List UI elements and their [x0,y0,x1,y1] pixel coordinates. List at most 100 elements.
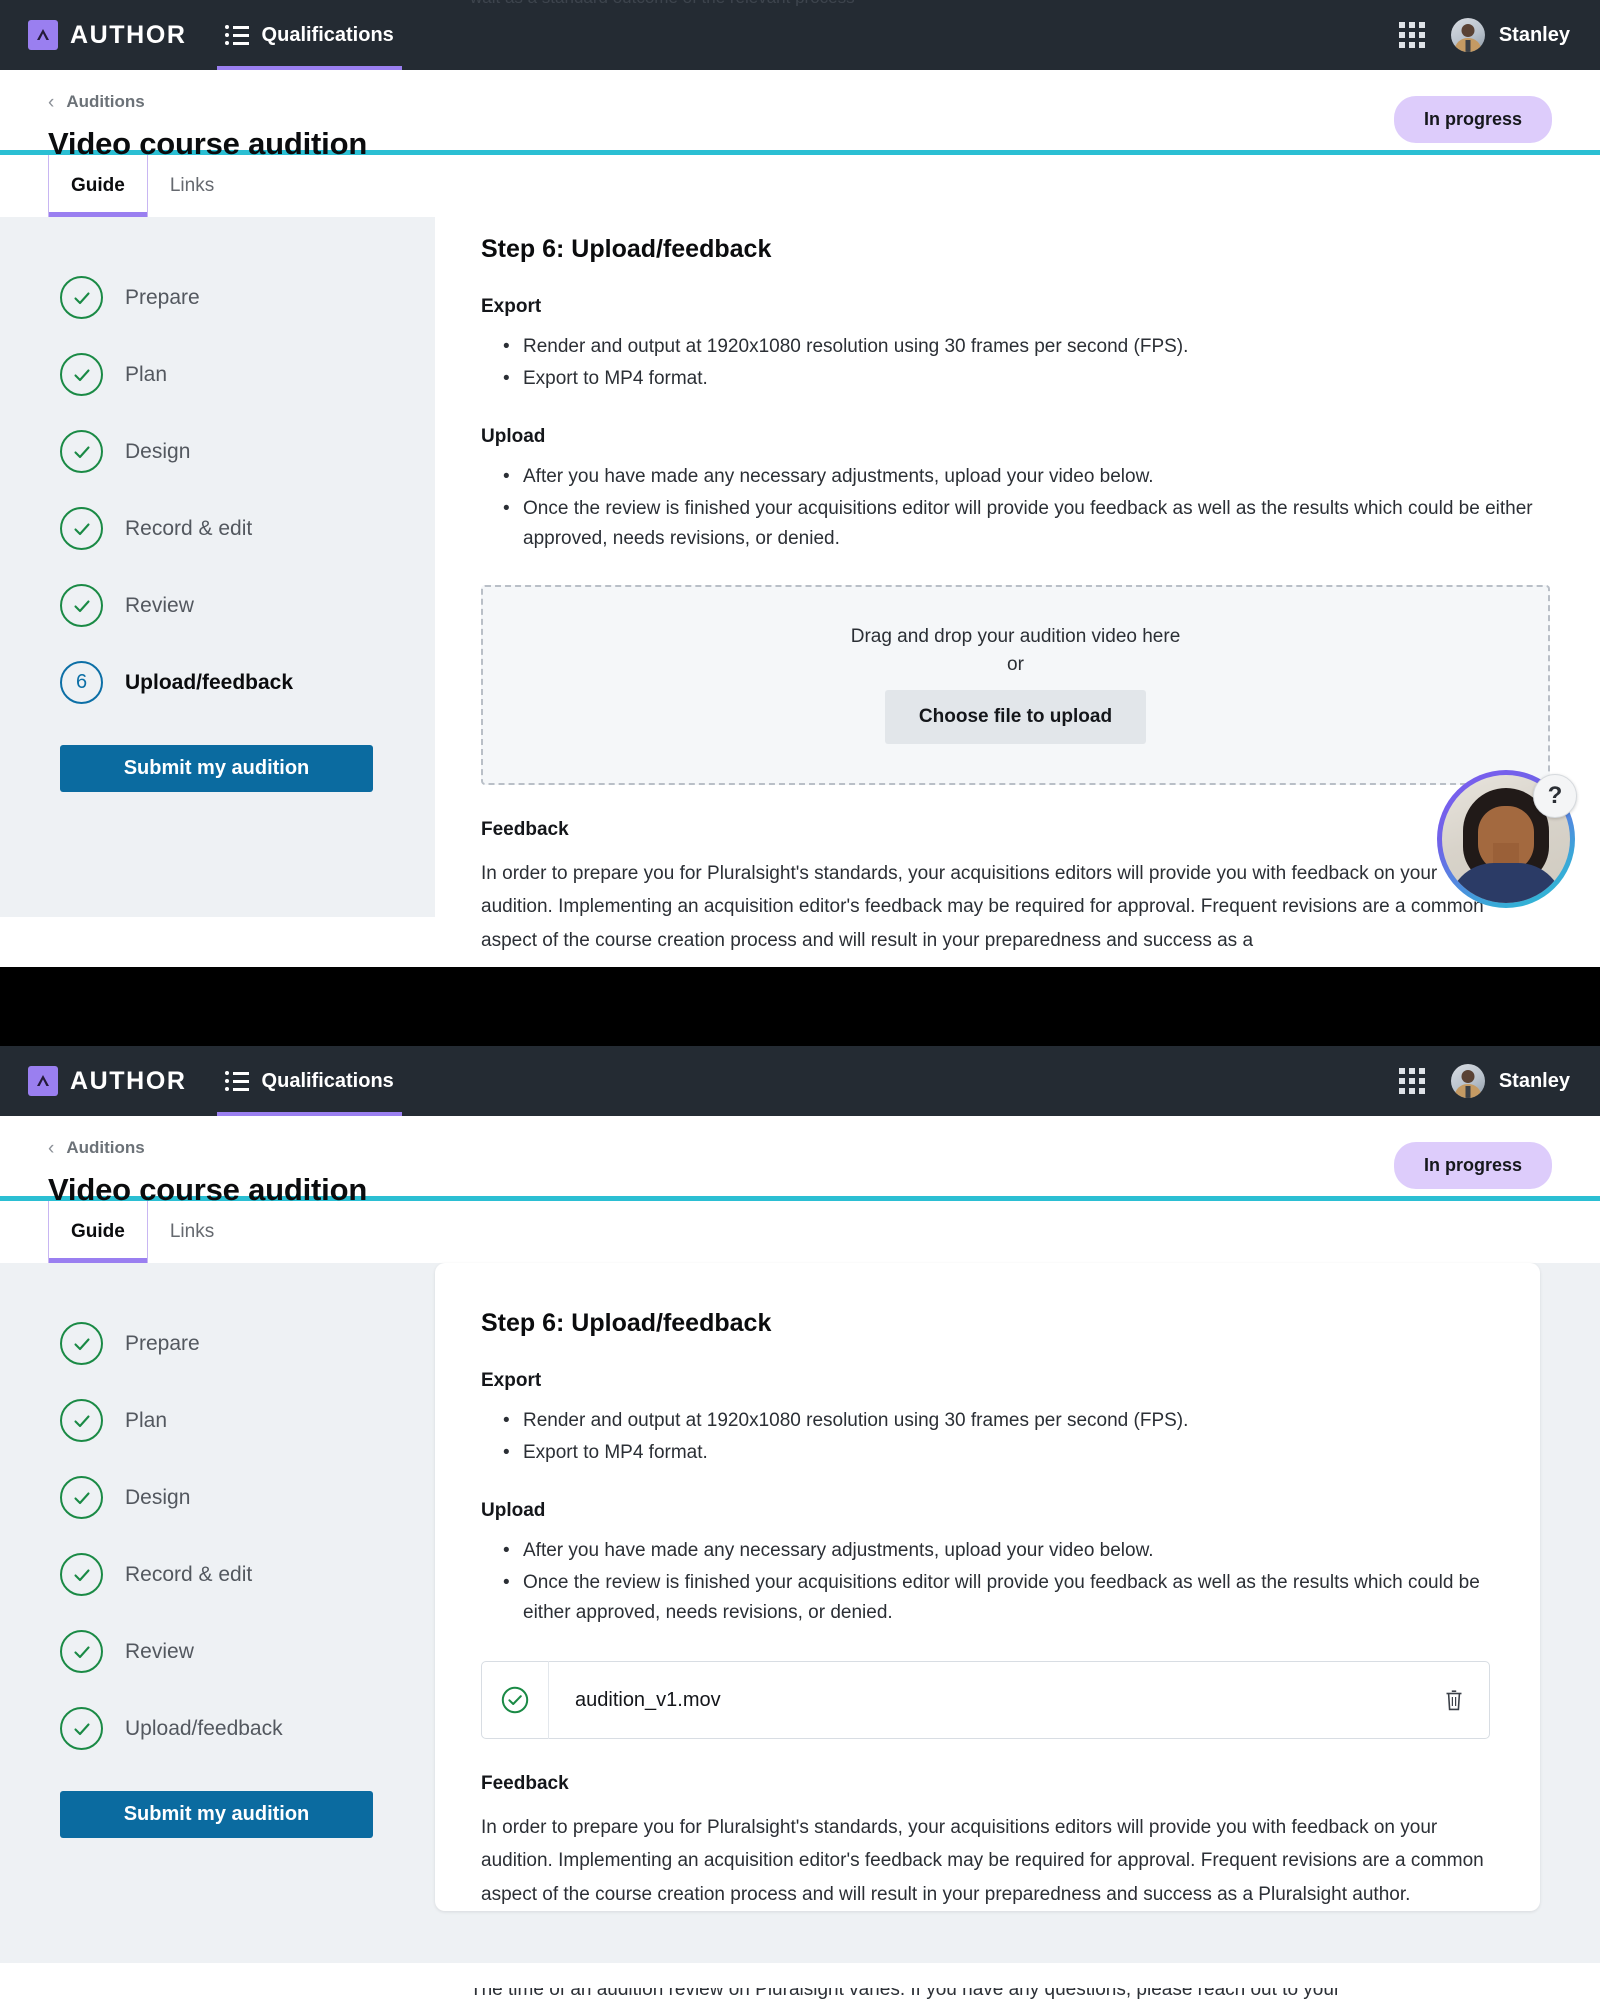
step-heading: Step 6: Upload/feedback [481,235,1550,264]
check-circle-icon [60,430,103,473]
nav-item-qualifications[interactable]: Qualifications [217,0,402,70]
uploaded-file-name: audition_v1.mov [549,1689,1419,1712]
tab-links-label: Links [170,175,214,197]
list-item: After you have made any necessary adjust… [503,1536,1490,1565]
tab-bar: Guide Links [0,1201,1600,1263]
check-circle-icon [60,276,103,319]
status-badge: In progress [1394,96,1552,143]
brand-logo[interactable]: AUTHOR [28,1066,187,1096]
help-widget[interactable]: ? [1437,770,1575,908]
user-menu[interactable]: Stanley [1451,1064,1570,1098]
chevron-left-icon: ‹ [48,93,54,112]
step-heading: Step 6: Upload/feedback [481,1309,1490,1338]
sidebar-step-label: Record & edit [125,1563,252,1587]
brand-name: AUTHOR [70,1067,187,1096]
tab-guide[interactable]: Guide [48,155,148,217]
file-dropzone[interactable]: Drag and drop your audition video here o… [481,585,1550,785]
check-circle-icon [60,507,103,550]
list-item: Once the review is finished your acquisi… [503,494,1550,553]
tab-links-label: Links [170,1221,214,1243]
brand-logo[interactable]: AUTHOR [28,20,187,50]
tab-bar: Guide Links [0,155,1600,217]
list-item: Export to MP4 format. [503,1438,1490,1467]
sidebar-step-plan[interactable]: Plan [60,1382,435,1459]
sidebar-step-label: Design [125,1486,190,1510]
dropzone-or-label: or [1007,654,1024,676]
sidebar-step-design[interactable]: Design [60,1459,435,1536]
chevron-left-icon: ‹ [48,1139,54,1158]
delete-file-button[interactable] [1419,1686,1489,1714]
brand-name: AUTHOR [70,21,187,50]
submit-audition-button[interactable]: Submit my audition [60,1791,373,1838]
number-circle-icon: 6 [60,661,103,704]
dropzone-prompt: Drag and drop your audition video here [851,626,1181,648]
author-triangle-logo-icon [28,1066,58,1096]
bottom-clipped-text-strip: The time of an audition review on Plural… [0,1988,1600,2010]
nav-item-label: Qualifications [262,1070,394,1093]
tab-links[interactable]: Links [148,1201,236,1263]
sidebar-step-plan[interactable]: Plan [60,336,435,413]
sidebar-step-label: Upload/feedback [125,671,293,695]
sidebar-step-record-edit[interactable]: Record & edit [60,1536,435,1613]
breadcrumb-label: Auditions [66,92,144,112]
breadcrumb[interactable]: ‹ Auditions [48,1138,1552,1158]
help-question-icon[interactable]: ? [1533,774,1577,818]
sidebar-step-upload-feedback[interactable]: 6 Upload/feedback [60,644,435,721]
feedback-heading: Feedback [481,819,1550,841]
nav-item-qualifications[interactable]: Qualifications [217,1046,402,1116]
sidebar-step-review[interactable]: Review [60,567,435,644]
tab-guide[interactable]: Guide [48,1201,148,1263]
check-circle-icon [482,1685,548,1715]
list-icon [225,25,249,45]
screenshot-frame-after-upload: AUTHOR Qualifications Stanley [0,1046,1600,2010]
top-clipped-text-strip: wait as a standard outcome of the releva… [0,0,1600,6]
clipped-text: The time of an audition review on Plural… [470,1988,1600,2001]
status-badge: In progress [1394,1142,1552,1189]
list-item: After you have made any necessary adjust… [503,462,1550,491]
trash-icon [1442,1686,1466,1714]
avatar [1451,18,1485,52]
step-sidebar: Prepare Plan Design Record & edit [0,1263,435,1963]
user-menu[interactable]: Stanley [1451,18,1570,52]
content-area: Prepare Plan Design Record & edit [0,1263,1600,1963]
check-circle-icon [60,1476,103,1519]
grid-apps-icon[interactable] [1399,1068,1425,1094]
sidebar-step-design[interactable]: Design [60,413,435,490]
step-card: Step 6: Upload/feedback Export Render an… [435,217,1600,957]
sidebar-step-review[interactable]: Review [60,1613,435,1690]
sidebar-step-label: Plan [125,363,167,387]
choose-file-button[interactable]: Choose file to upload [885,690,1146,744]
tab-links[interactable]: Links [148,155,236,217]
sidebar-step-label: Plan [125,1409,167,1433]
sidebar-step-label: Review [125,1640,194,1664]
tab-guide-label: Guide [71,175,125,197]
export-bullet-list: Render and output at 1920x1080 resolutio… [503,1406,1490,1468]
list-item: Export to MP4 format. [503,364,1550,393]
breadcrumb[interactable]: ‹ Auditions [48,92,1552,112]
clipped-text: wait as a standard outcome of the releva… [470,0,1600,6]
upload-bullet-list: After you have made any necessary adjust… [503,462,1550,553]
top-navigation-bar: AUTHOR Qualifications Stanley [0,0,1600,70]
page-title: Video course audition [48,126,1552,162]
page-title: Video course audition [48,1172,1552,1208]
frame-separator [0,967,1600,1046]
uploaded-file-row: audition_v1.mov [481,1661,1490,1739]
breadcrumb-label: Auditions [66,1138,144,1158]
export-heading: Export [481,1370,1490,1392]
feedback-body: In order to prepare you for Pluralsight'… [481,857,1491,957]
sidebar-step-label: Record & edit [125,517,252,541]
top-navigation-bar: AUTHOR Qualifications Stanley [0,1046,1600,1116]
check-circle-icon [60,1630,103,1673]
sidebar-step-upload-feedback[interactable]: Upload/feedback [60,1690,435,1767]
list-item: Render and output at 1920x1080 resolutio… [503,1406,1490,1435]
list-item: Render and output at 1920x1080 resolutio… [503,332,1550,361]
sidebar-step-prepare[interactable]: Prepare [60,259,435,336]
sidebar-step-label: Design [125,440,190,464]
sidebar-step-prepare[interactable]: Prepare [60,1305,435,1382]
grid-apps-icon[interactable] [1399,22,1425,48]
screenshot-frame-before-upload: AUTHOR Qualifications Stanley [0,0,1600,967]
sidebar-step-record-edit[interactable]: Record & edit [60,490,435,567]
submit-audition-button[interactable]: Submit my audition [60,745,373,792]
check-circle-icon [60,1322,103,1365]
upload-heading: Upload [481,426,1550,448]
